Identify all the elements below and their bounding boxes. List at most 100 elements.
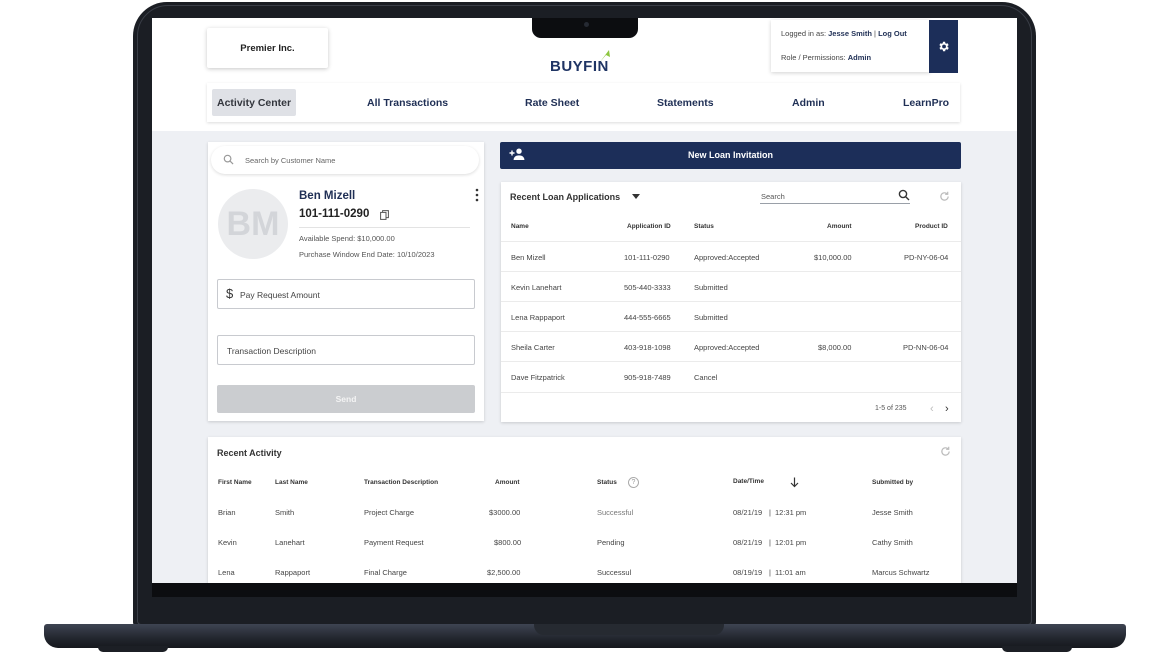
activity-title: Recent Activity bbox=[217, 448, 282, 458]
loans-search-placeholder: Search bbox=[761, 192, 785, 201]
cell-product-id: PD-NN-06-04 bbox=[903, 343, 949, 352]
role-line: Role / Permissions: Admin bbox=[781, 53, 871, 62]
new-loan-invitation-button[interactable]: New Loan Invitation bbox=[500, 142, 961, 169]
col-transaction-description[interactable]: Transaction Description bbox=[364, 479, 438, 486]
nav-learnpro[interactable]: LearnPro bbox=[903, 89, 949, 116]
chevron-left-icon[interactable]: ‹ bbox=[930, 403, 934, 415]
role-value: Admin bbox=[847, 53, 872, 62]
col-application-id[interactable]: Application ID bbox=[627, 223, 671, 230]
cell-last-name: Rappaport bbox=[275, 568, 311, 577]
cell-name: Dave Fitzpatrick bbox=[511, 373, 565, 382]
cell-date-separator: | bbox=[769, 568, 771, 577]
col-date-time[interactable]: Date/Time bbox=[733, 478, 764, 485]
nav-all-transactions[interactable]: All Transactions bbox=[367, 89, 448, 116]
refresh-icon[interactable] bbox=[940, 446, 951, 457]
table-row[interactable]: Dave Fitzpatrick 905-918-7489 Cancel bbox=[501, 361, 961, 391]
cell-application-id: 444-555-6665 bbox=[624, 313, 671, 322]
company-name: Premier Inc. bbox=[207, 28, 328, 68]
cell-last-name: Smith bbox=[275, 508, 295, 517]
customer-phone: 101-111-0290 bbox=[299, 208, 370, 220]
cell-description: Payment Request bbox=[364, 538, 424, 547]
cell-submitted-by: Jesse Smith bbox=[872, 508, 913, 517]
search-icon bbox=[223, 154, 234, 165]
transaction-description-placeholder: Transaction Description bbox=[227, 346, 316, 356]
recent-loan-applications-card: Recent Loan Applications Search Name App… bbox=[501, 182, 961, 422]
laptop-foot-right bbox=[1002, 646, 1072, 652]
copy-icon[interactable] bbox=[380, 210, 389, 220]
refresh-icon[interactable] bbox=[939, 191, 950, 202]
col-last-name[interactable]: Last Name bbox=[275, 479, 308, 486]
customer-search-input[interactable]: Search by Customer Name bbox=[211, 146, 479, 174]
new-loan-invitation-label: New Loan Invitation bbox=[687, 150, 773, 160]
cell-date-separator: | bbox=[769, 538, 771, 547]
cell-status: Approved:Accepted bbox=[694, 253, 760, 262]
cell-amount: $10,000.00 bbox=[814, 253, 852, 262]
transaction-description-input[interactable]: Transaction Description bbox=[217, 335, 475, 365]
cell-date-separator: | bbox=[769, 508, 771, 517]
cell-submitted-by: Cathy Smith bbox=[872, 538, 913, 547]
nav-admin[interactable]: Admin bbox=[792, 89, 825, 116]
nav-rate-sheet[interactable]: Rate Sheet bbox=[525, 89, 579, 116]
arrow-down-icon[interactable] bbox=[790, 477, 799, 488]
help-icon[interactable]: ? bbox=[628, 477, 639, 488]
customer-name: Ben Mizell bbox=[299, 190, 356, 202]
cell-date: 08/19/19 bbox=[733, 568, 763, 577]
cell-description: Final Charge bbox=[364, 568, 407, 577]
table-row[interactable]: Ben Mizell 101-111-0290 Approved:Accepte… bbox=[501, 241, 961, 271]
pay-request-amount-input[interactable]: $ Pay Request Amount bbox=[217, 279, 475, 309]
table-row[interactable]: Kevin Lanehart 505-440-3333 Submitted bbox=[501, 271, 961, 301]
laptop-base-notch bbox=[534, 624, 724, 635]
kebab-menu-icon[interactable] bbox=[473, 188, 481, 202]
nav-statements[interactable]: Statements bbox=[657, 89, 714, 116]
cell-name: Sheila Carter bbox=[511, 343, 555, 352]
col-first-name[interactable]: First Name bbox=[218, 479, 252, 486]
col-status[interactable]: Status bbox=[597, 479, 617, 486]
avatar: BM bbox=[218, 189, 288, 259]
search-icon[interactable] bbox=[898, 189, 910, 201]
col-product-id[interactable]: Product ID bbox=[915, 223, 948, 230]
table-row[interactable]: Sheila Carter 403-918-1098 Approved:Acce… bbox=[501, 331, 961, 361]
nav-activity-center[interactable]: Activity Center bbox=[212, 89, 297, 116]
cell-description: Project Charge bbox=[364, 508, 415, 517]
cell-status: Successul bbox=[597, 568, 632, 577]
cell-application-id: 403-918-1098 bbox=[624, 343, 671, 352]
logout-link[interactable]: Log Out bbox=[878, 29, 907, 38]
table-row[interactable]: Lena Rappaport 444-555-6665 Submitted bbox=[501, 301, 961, 331]
caret-down-icon[interactable] bbox=[632, 194, 640, 200]
loans-search-input[interactable]: Search bbox=[760, 189, 910, 204]
col-status[interactable]: Status bbox=[694, 223, 714, 230]
cell-status: Pending bbox=[597, 538, 625, 547]
cell-time: 11:01 am bbox=[775, 568, 806, 577]
settings-button[interactable] bbox=[929, 20, 958, 73]
logged-in-label: Logged in as: bbox=[781, 29, 827, 38]
col-amount[interactable]: Amount bbox=[495, 479, 520, 486]
cell-time: 12:31 pm bbox=[775, 508, 807, 517]
send-button[interactable]: Send bbox=[217, 385, 475, 413]
cell-status: Successful bbox=[597, 508, 634, 517]
col-name[interactable]: Name bbox=[511, 223, 529, 230]
cell-date: 08/21/19 bbox=[733, 508, 763, 517]
camera-notch bbox=[532, 18, 638, 38]
buyfin-logo: BUYFIN bbox=[550, 46, 620, 75]
cell-first-name: Kevin bbox=[218, 538, 237, 547]
col-submitted-by[interactable]: Submitted by bbox=[872, 479, 913, 486]
main-nav: Activity Center All Transactions Rate Sh… bbox=[207, 83, 960, 122]
customer-search-placeholder: Search by Customer Name bbox=[245, 156, 336, 165]
cell-amount: $2,500.00 bbox=[487, 568, 521, 577]
recent-activity-card: Recent Activity First Name Last Name Tra… bbox=[208, 437, 961, 583]
available-spend: Available Spend: $10,000.00 bbox=[299, 234, 395, 243]
cell-application-id: 905-918-7489 bbox=[624, 373, 671, 382]
col-amount[interactable]: Amount bbox=[827, 223, 852, 230]
cell-status: Approved:Accepted bbox=[694, 343, 760, 352]
camera-icon bbox=[584, 22, 589, 27]
cell-name: Kevin Lanehart bbox=[511, 283, 562, 292]
loans-title: Recent Loan Applications bbox=[510, 192, 621, 202]
cell-status: Submitted bbox=[694, 283, 728, 292]
user-info-panel: Logged in as: Jesse Smith | Log Out Role… bbox=[771, 20, 930, 72]
user-name: Jesse Smith bbox=[828, 29, 872, 38]
gear-icon bbox=[939, 41, 949, 52]
purchase-window-end: Purchase Window End Date: 10/10/2023 bbox=[299, 250, 435, 259]
chevron-right-icon[interactable]: › bbox=[945, 403, 949, 415]
cell-name: Lena Rappaport bbox=[511, 313, 565, 322]
cell-name: Ben Mizell bbox=[511, 253, 546, 262]
